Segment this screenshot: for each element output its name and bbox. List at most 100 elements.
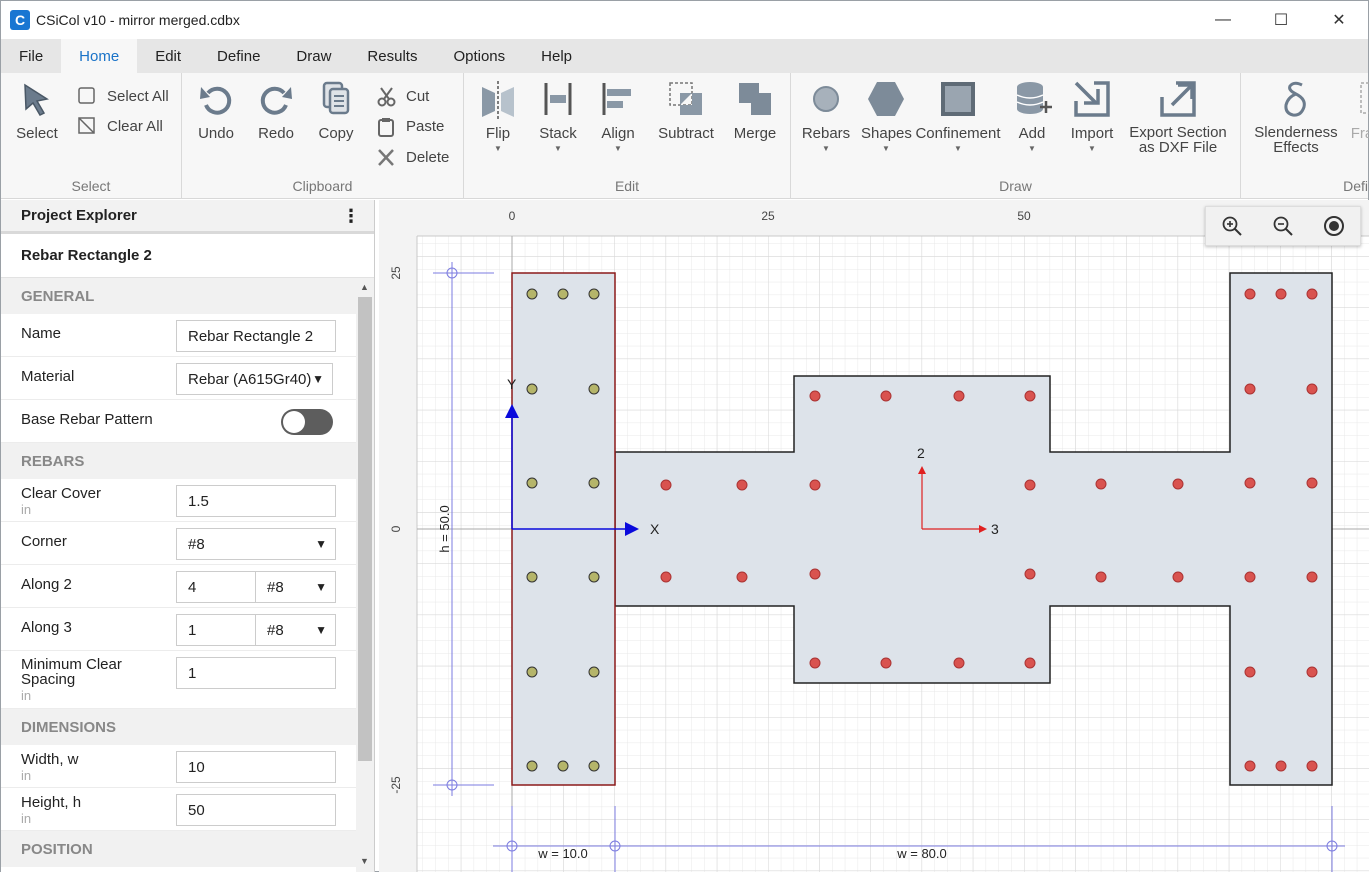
name-label: Name	[21, 325, 62, 342]
height-dim-label: h = 50.0	[437, 505, 452, 552]
confinement-icon	[941, 82, 975, 116]
confinement-button[interactable]: Confinement ▼	[915, 79, 1001, 153]
global-x-label: X	[650, 521, 660, 537]
tab-options[interactable]: Options	[435, 39, 523, 73]
scroll-down-icon[interactable]: ▼	[360, 856, 369, 866]
redo-button[interactable]: Redo	[254, 79, 298, 142]
ribbon: Select Select All Clear All Select Undo	[1, 73, 1369, 199]
height-label: Height, h	[21, 794, 82, 811]
tab-draw[interactable]: Draw	[278, 39, 349, 73]
tab-define[interactable]: Define	[199, 39, 278, 73]
width-input[interactable]: 10	[176, 751, 336, 783]
align-icon	[602, 83, 631, 115]
add-button[interactable]: Add ▼	[1007, 79, 1057, 153]
along-2-label: Along 2	[21, 576, 72, 593]
zoom-toolbar	[1205, 206, 1361, 246]
along-2-count-input[interactable]: 4	[176, 571, 256, 603]
tab-file[interactable]: File	[1, 39, 61, 73]
material-label: Material	[21, 368, 75, 385]
panel-title: Project Explorer	[21, 207, 137, 224]
slenderness-effects-button[interactable]: Slenderness Effects	[1251, 79, 1341, 155]
paste-label: Paste	[406, 117, 445, 135]
along-2-size-select[interactable]: #8 ▼	[255, 571, 336, 603]
paste-button[interactable]: Paste	[376, 115, 444, 137]
tab-help[interactable]: Help	[523, 39, 590, 73]
delete-button[interactable]: Delete	[376, 146, 449, 168]
drawing-canvas[interactable]: 0 25 50 25 0 -25 X Y 3 2 h = 50.0 w = 10…	[379, 200, 1369, 872]
panel-scrollbar[interactable]: ▲ ▼	[356, 278, 374, 872]
along-3-size-value: #8	[267, 621, 284, 639]
scroll-up-icon[interactable]: ▲	[360, 282, 369, 292]
stack-icon	[544, 83, 572, 115]
tab-home[interactable]: Home	[61, 39, 138, 73]
clear-cover-input[interactable]: 1.5	[176, 485, 336, 517]
base-rebar-pattern-row: Base Rebar Pattern	[1, 400, 356, 443]
frame-button-partial[interactable]: Fra	[1347, 79, 1369, 142]
tab-edit[interactable]: Edit	[137, 39, 199, 73]
zoom-in-button[interactable]	[1217, 211, 1247, 241]
stack-button[interactable]: Stack ▼	[536, 79, 580, 153]
x-tick-25: 25	[761, 209, 775, 223]
clipboard-group: Undo Redo Copy Cut Paste Delete Clipboar…	[182, 73, 464, 199]
subtract-button[interactable]: Subtract	[656, 79, 716, 142]
hexagon-icon	[868, 82, 904, 116]
rebars-button[interactable]: Rebars ▼	[801, 79, 851, 153]
more-options-icon[interactable]: ⋮	[342, 206, 360, 227]
local-3-label: 3	[991, 521, 999, 537]
align-button[interactable]: Align ▼	[596, 79, 640, 153]
copy-button[interactable]: Copy	[314, 79, 358, 142]
flip-icon	[482, 81, 514, 119]
section-dimensions: DIMENSIONS	[1, 709, 356, 745]
corner-select[interactable]: #8 ▼	[176, 528, 336, 560]
object-title: Rebar Rectangle 2	[1, 234, 374, 278]
export-dxf-button[interactable]: Export Section as DXF File	[1125, 79, 1231, 155]
flip-button[interactable]: Flip ▼	[476, 79, 520, 153]
import-button[interactable]: Import ▼	[1067, 79, 1117, 153]
fit-view-button[interactable]	[1319, 211, 1349, 241]
draw-group: Rebars ▼ Shapes ▼ Confinement ▼ Add ▼ Im…	[791, 73, 1241, 199]
tab-results[interactable]: Results	[349, 39, 435, 73]
scroll-thumb[interactable]	[358, 297, 372, 761]
clear-cover-unit: in	[21, 502, 32, 517]
shapes-button[interactable]: Shapes ▼	[861, 79, 912, 153]
stack-caret-icon: ▼	[554, 144, 562, 153]
app-logo-icon: C	[10, 10, 30, 30]
align-label: Align	[601, 125, 635, 142]
delta-icon	[1284, 81, 1306, 117]
min-spacing-unit: in	[21, 688, 32, 703]
along-3-label: Along 3	[21, 619, 72, 636]
width-dim-label-1: w = 10.0	[537, 846, 588, 861]
maximize-button[interactable]: ☐	[1252, 1, 1310, 39]
min-spacing-input[interactable]: 1	[176, 657, 336, 689]
select-all-button[interactable]: Select All	[77, 85, 169, 107]
select-button[interactable]: Select	[15, 79, 59, 142]
zoom-out-button[interactable]	[1268, 211, 1298, 241]
material-value: Rebar (A615Gr40)	[188, 370, 312, 388]
x-tick-0: 0	[509, 209, 516, 223]
select-group-label: Select	[71, 178, 111, 194]
section-drawing[interactable]: 0 25 50 25 0 -25 X Y 3 2 h = 50.0 w = 10…	[379, 200, 1369, 872]
along-3-size-select[interactable]: #8 ▼	[255, 614, 336, 646]
height-row: Height, h in 50	[1, 788, 356, 831]
flip-label: Flip	[485, 125, 511, 142]
copy-label: Copy	[318, 125, 354, 142]
clear-all-button[interactable]: Clear All	[77, 115, 163, 137]
redo-icon	[260, 86, 292, 115]
name-input[interactable]: Rebar Rectangle 2	[176, 320, 336, 352]
width-unit: in	[21, 768, 32, 783]
material-select[interactable]: Rebar (A615Gr40) ▼	[176, 363, 333, 395]
cut-button[interactable]: Cut	[376, 85, 429, 107]
app-window: C CSiCol v10 - mirror merged.cdbx — ☐ ✕ …	[0, 0, 1369, 872]
merge-button[interactable]: Merge	[730, 79, 780, 142]
base-pattern-toggle[interactable]	[281, 409, 333, 435]
redo-label: Redo	[258, 125, 294, 142]
undo-button[interactable]: Undo	[194, 79, 238, 142]
chevron-down-icon: ▼	[315, 537, 327, 551]
minimize-button[interactable]: —	[1194, 1, 1252, 39]
along-3-count-input[interactable]: 1	[176, 614, 256, 646]
copy-icon	[322, 81, 350, 115]
base-pattern-label: Base Rebar Pattern	[21, 411, 153, 428]
height-input[interactable]: 50	[176, 794, 336, 826]
draw-group-label: Draw	[999, 178, 1032, 194]
close-button[interactable]: ✕	[1310, 1, 1368, 39]
